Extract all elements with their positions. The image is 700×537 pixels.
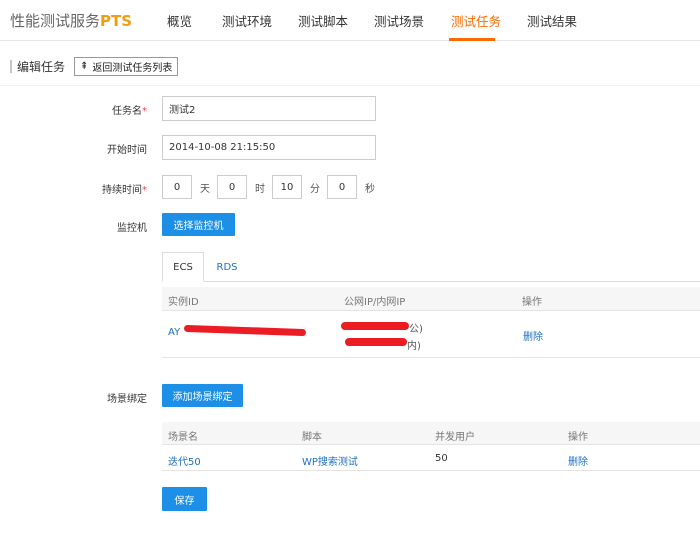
nav-test-environment[interactable]: 测试环境 xyxy=(222,11,272,30)
redaction-mark xyxy=(341,322,409,330)
tab-ecs[interactable]: ECS xyxy=(162,252,204,282)
script-link[interactable]: WP搜索测试 xyxy=(302,453,358,468)
duration-label: 持续时间* xyxy=(100,181,147,196)
back-arrow-icon: ⇞ xyxy=(80,61,89,72)
scene-name-link[interactable]: 迭代50 xyxy=(168,453,201,468)
duration-hours-input[interactable]: 0 xyxy=(217,175,247,199)
row-divider xyxy=(162,357,700,358)
days-unit: 天 xyxy=(200,184,210,195)
nav-test-scenes[interactable]: 测试场景 xyxy=(374,11,424,30)
scene-table-header: 场景名 脚本 并发用户 操作 xyxy=(162,422,700,444)
redaction-mark xyxy=(183,324,307,337)
row-divider xyxy=(162,310,700,311)
page-title: 编辑任务 xyxy=(17,60,66,74)
tab-strip-line xyxy=(162,281,700,282)
monitor-label: 监控机 xyxy=(117,223,147,234)
seconds-unit: 秒 xyxy=(365,184,375,195)
row-divider xyxy=(162,444,700,445)
tab-rds[interactable]: RDS xyxy=(215,252,239,282)
brand-name: 性能测试服务 xyxy=(10,12,101,30)
add-scene-binding-button[interactable]: 添加场景绑定 xyxy=(162,384,243,407)
brand-logo[interactable]: 性能测试服务PTS xyxy=(10,10,132,31)
required-mark: * xyxy=(142,106,147,117)
col-scene-action: 操作 xyxy=(568,432,588,443)
start-time-input[interactable]: 2014-10-08 21:15:50 xyxy=(162,135,376,160)
header-divider xyxy=(0,85,700,86)
concurrent-users-value: 50 xyxy=(435,453,448,464)
col-concurrent-users: 并发用户 xyxy=(435,432,475,443)
minutes-unit: 分 xyxy=(310,184,320,195)
top-nav-bar: 性能测试服务PTS 概览 测试环境 测试脚本 测试场景 测试任务 测试结果 xyxy=(0,0,700,41)
col-script: 脚本 xyxy=(302,432,322,443)
required-mark: * xyxy=(142,185,147,196)
instance-id-link[interactable]: AY xyxy=(168,327,180,338)
duration-seconds-input[interactable]: 0 xyxy=(327,175,357,199)
task-name-label: 任务名* xyxy=(100,102,147,117)
col-action: 操作 xyxy=(522,297,542,308)
public-ip-suffix: 公) xyxy=(409,324,423,335)
col-instance-id: 实例ID xyxy=(168,297,199,308)
delete-monitor-link[interactable]: 删除 xyxy=(523,328,543,343)
start-time-label: 开始时间 xyxy=(107,145,147,156)
col-ip: 公网IP/内网IP xyxy=(344,297,406,308)
row-divider xyxy=(162,470,700,471)
brand-accent: PTS xyxy=(100,12,133,30)
delete-scene-link[interactable]: 删除 xyxy=(568,453,588,468)
hours-unit: 时 xyxy=(255,184,265,195)
monitor-table-header: 实例ID 公网IP/内网IP 操作 xyxy=(162,287,700,310)
redaction-mark xyxy=(345,338,407,346)
duration-days-input[interactable]: 0 xyxy=(162,175,192,199)
nav-active-indicator xyxy=(449,38,495,41)
nav-overview[interactable]: 概览 xyxy=(167,11,192,30)
select-monitor-button[interactable]: 选择监控机 xyxy=(162,213,235,236)
duration-label-text: 持续时间 xyxy=(102,185,142,196)
back-to-task-list-button[interactable]: ⇞ 返回测试任务列表 xyxy=(74,57,178,76)
nav-test-tasks[interactable]: 测试任务 xyxy=(451,11,501,30)
nav-test-scripts[interactable]: 测试脚本 xyxy=(298,11,348,30)
back-button-label: 返回测试任务列表 xyxy=(92,63,173,74)
duration-minutes-input[interactable]: 10 xyxy=(272,175,302,199)
task-name-label-text: 任务名 xyxy=(112,106,142,117)
private-ip-suffix: 内) xyxy=(407,341,421,352)
save-button[interactable]: 保存 xyxy=(162,487,207,511)
task-name-input[interactable]: 测试2 xyxy=(162,96,376,121)
scene-binding-label: 场景绑定 xyxy=(107,394,147,405)
title-marker xyxy=(10,60,12,73)
col-scene-name: 场景名 xyxy=(168,432,198,443)
nav-test-results[interactable]: 测试结果 xyxy=(527,11,577,30)
